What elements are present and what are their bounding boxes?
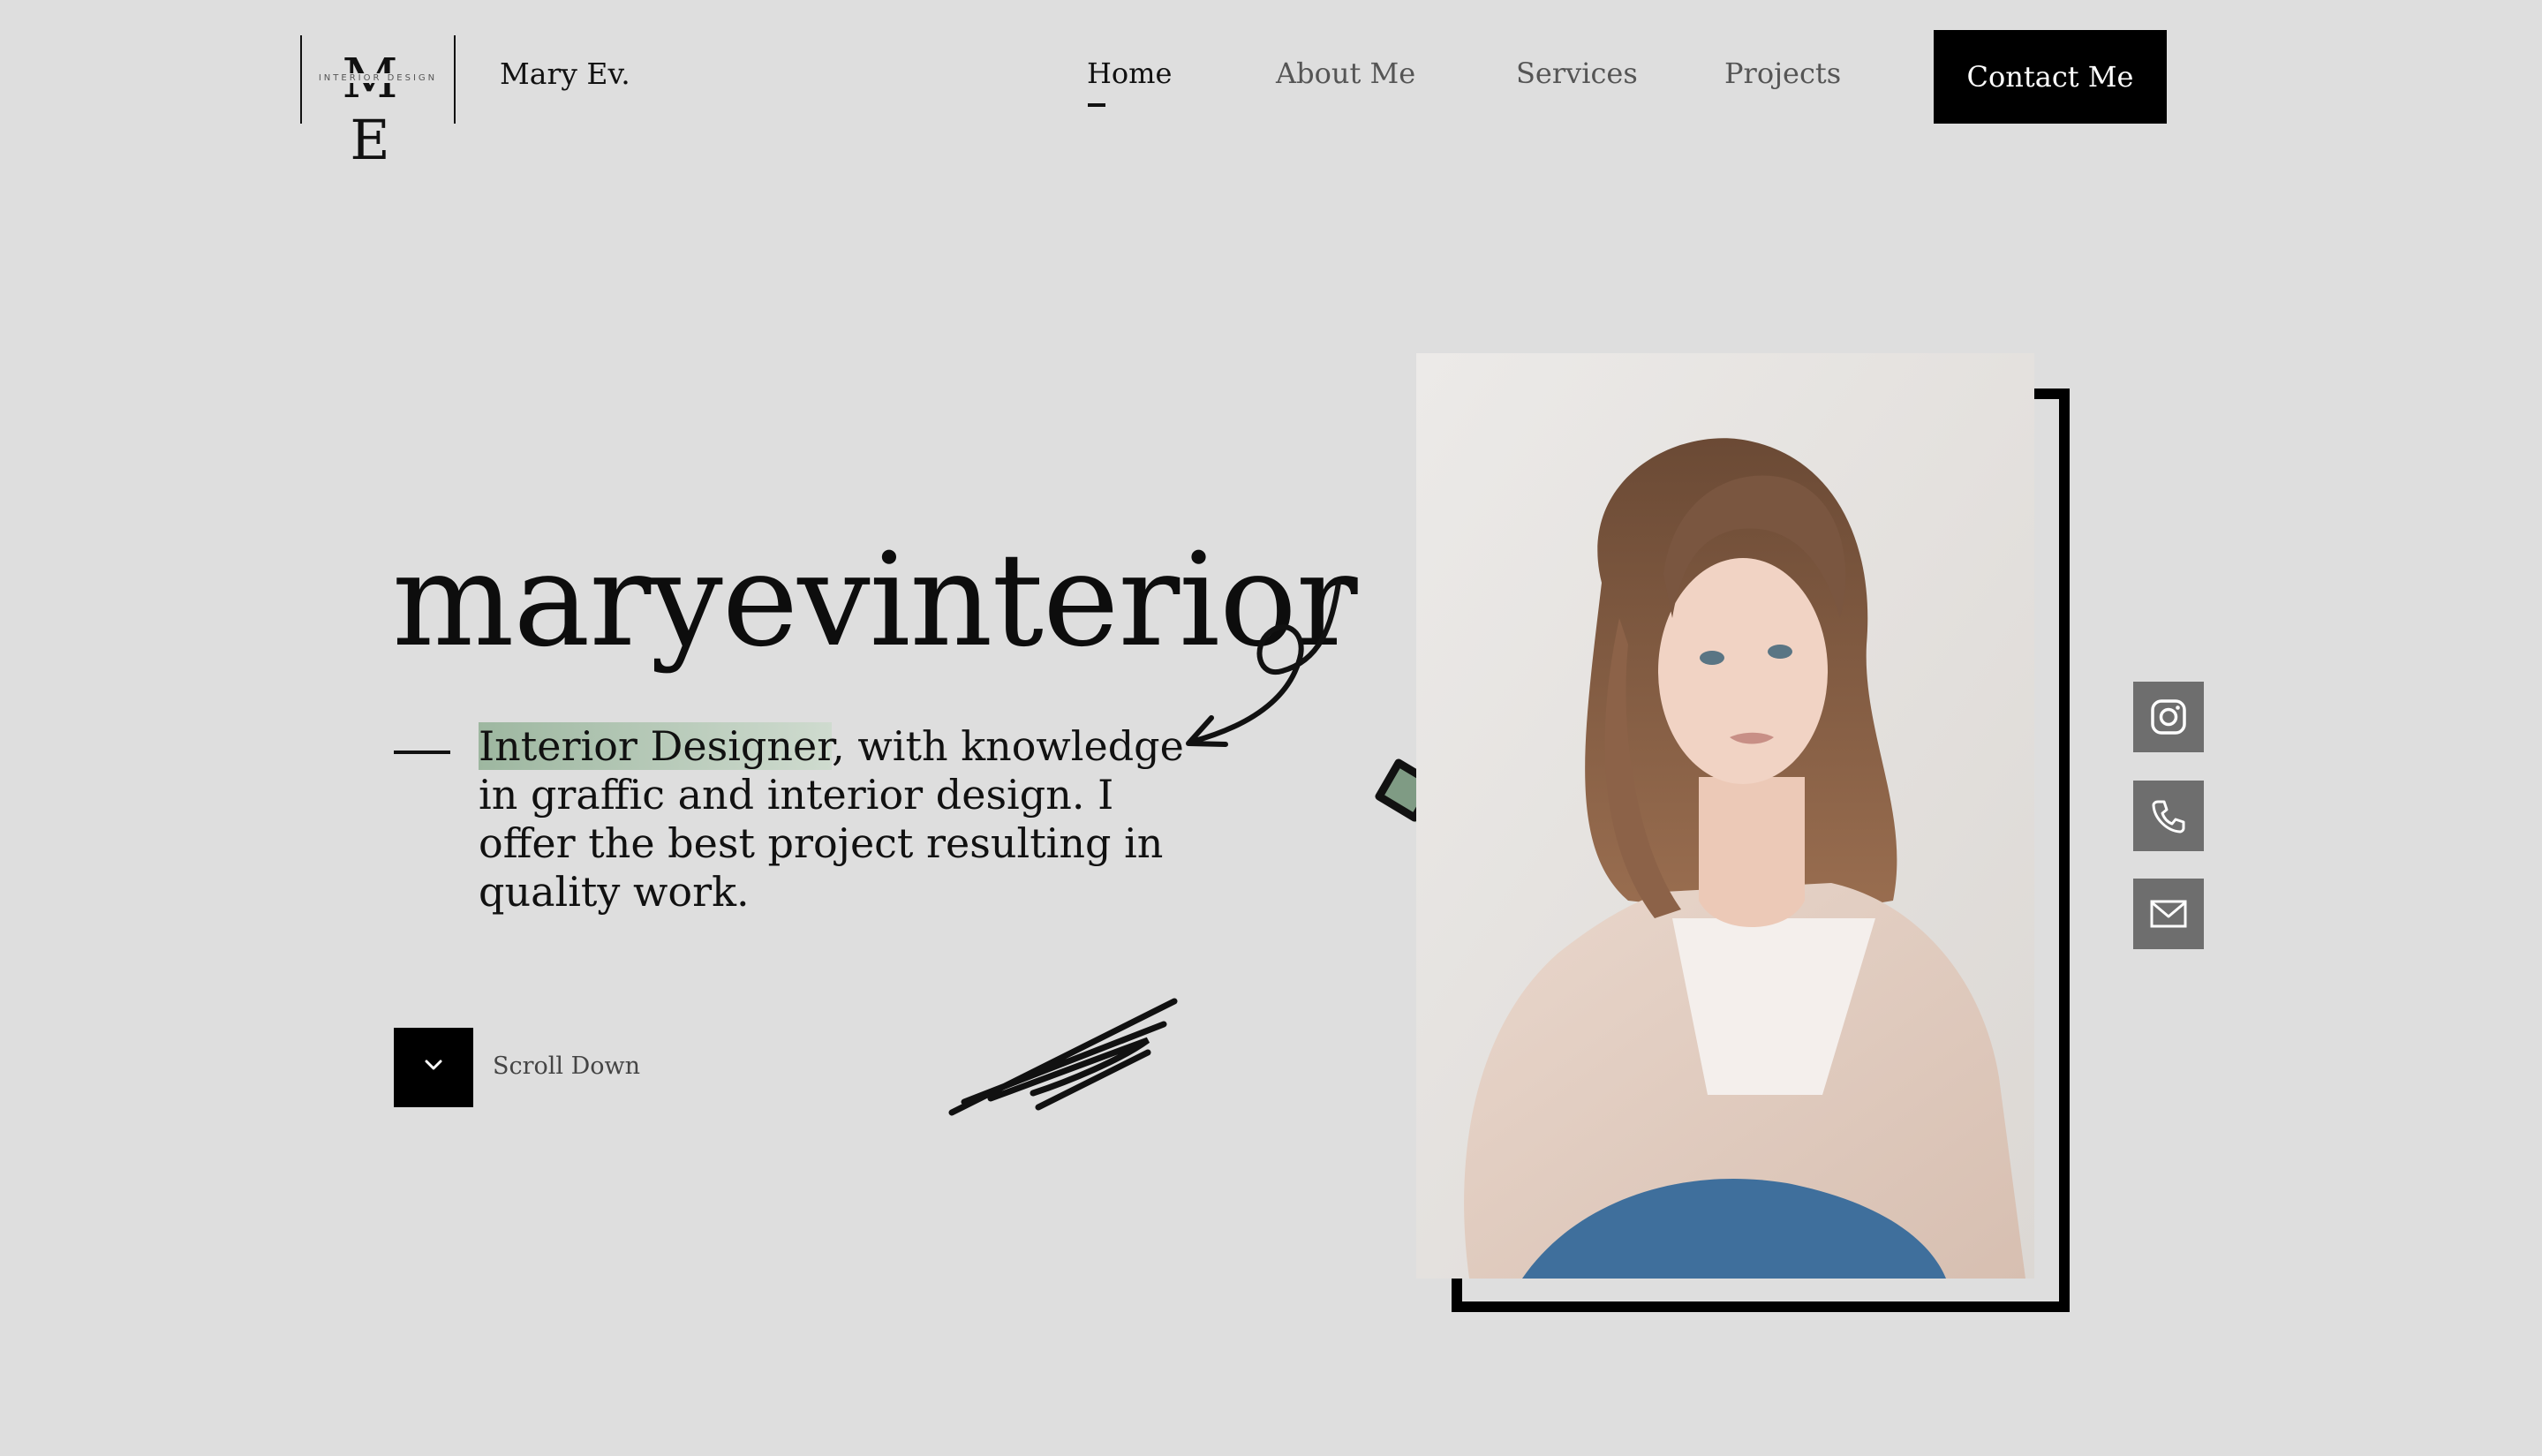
chevron-down-icon — [425, 1060, 442, 1070]
nav-item-home[interactable]: Home — [1087, 57, 1172, 90]
scroll-down-button[interactable] — [394, 1028, 473, 1107]
instagram-icon — [2151, 699, 2186, 735]
brand-name[interactable]: Mary Ev. — [500, 57, 630, 91]
nav-item-services[interactable]: Services — [1516, 57, 1638, 90]
scribble-doodle — [948, 998, 1178, 1116]
instagram-button[interactable] — [2133, 682, 2204, 752]
portrait-photo — [1416, 353, 2034, 1279]
logo-right-bar — [454, 35, 456, 124]
phone-icon — [2152, 800, 2185, 834]
nav-item-about-me[interactable]: About Me — [1276, 57, 1415, 90]
hero-tagline: Interior Designer, with knowledge in gra… — [479, 722, 1211, 917]
logo-tagline: INTERIOR DESIGN — [309, 73, 447, 83]
nav-item-projects[interactable]: Projects — [1724, 57, 1841, 90]
mail-button[interactable] — [2133, 879, 2204, 949]
contact-me-button[interactable]: Contact Me — [1934, 30, 2167, 124]
tagline-dash — [394, 751, 450, 754]
logo-left-bar — [300, 35, 302, 124]
curly-arrow-doodle — [1186, 580, 1341, 747]
logo[interactable]: M E INTERIOR DESIGN — [300, 35, 456, 171]
nav-active-indicator — [1088, 103, 1105, 107]
mail-icon — [2150, 900, 2187, 928]
logo-letters: M E — [342, 46, 414, 172]
tagline-highlight: Interior Designer — [479, 722, 833, 770]
phone-button[interactable] — [2133, 781, 2204, 851]
scroll-down-label[interactable]: Scroll Down — [493, 1052, 640, 1080]
